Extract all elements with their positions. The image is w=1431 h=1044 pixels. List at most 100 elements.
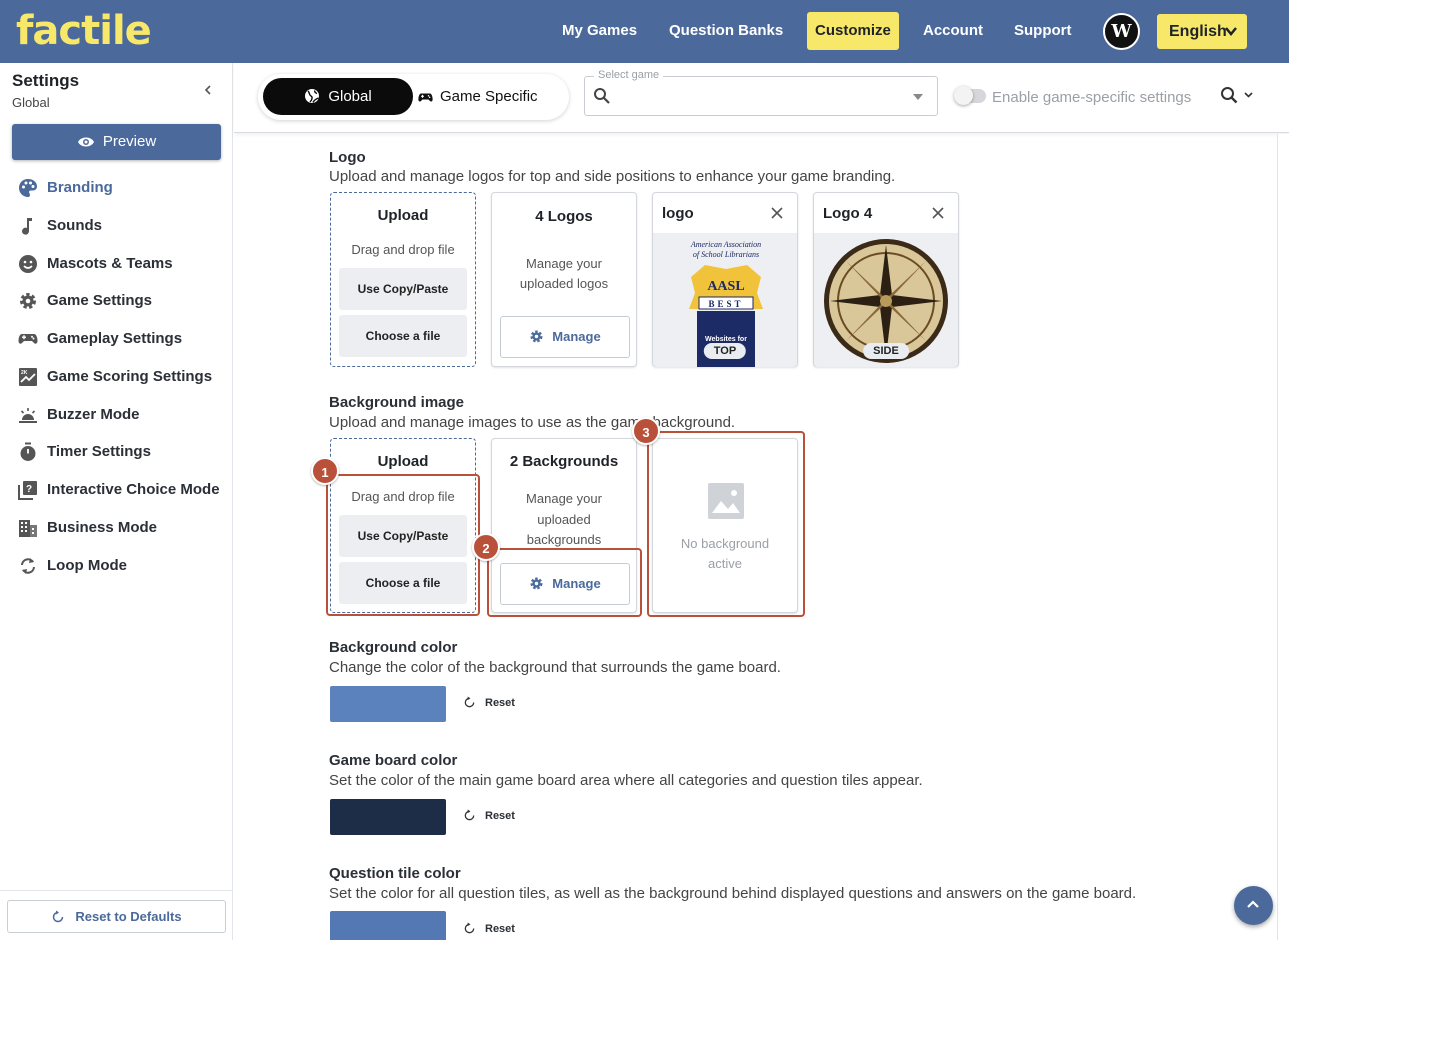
preview-label: Preview: [102, 133, 157, 150]
svg-text:American Association: American Association: [690, 240, 761, 249]
content-scrollbar[interactable]: [1277, 134, 1289, 940]
sidebar-item-mascots-teams[interactable]: Mascots & Teams: [18, 252, 223, 276]
gamepad-icon: [418, 93, 433, 102]
game-specific-toggle-label: Enable game-specific settings: [992, 89, 1192, 106]
game-board-color-reset-button[interactable]: Reset: [463, 809, 515, 822]
nav-customize[interactable]: Customize: [807, 12, 899, 50]
loop-icon: [21, 558, 35, 574]
scoring-chart-icon: 2K: [19, 368, 37, 386]
chevron-down-icon: [1225, 27, 1237, 36]
app-window: factile My Games Question Banks Customiz…: [0, 0, 1289, 940]
background-color-swatch[interactable]: [330, 686, 446, 722]
nav-support[interactable]: Support: [1014, 12, 1072, 50]
settings-scope-bar: Global Game Specific Select game Enable …: [234, 63, 1289, 133]
sidebar-item-timer-settings[interactable]: Timer Settings: [18, 440, 223, 464]
game-specific-toggle[interactable]: [954, 86, 986, 105]
logo-section-description: Upload and manage logos for top and side…: [329, 168, 896, 185]
nav-my-games[interactable]: My Games: [562, 12, 637, 50]
question-tile-color-reset-button[interactable]: Reset: [463, 922, 515, 935]
sidebar-item-loop-mode[interactable]: Loop Mode: [18, 554, 223, 578]
manage-text-line1: Manage your: [526, 491, 602, 506]
music-note-icon: [22, 218, 32, 235]
logo-upload-card[interactable]: Upload Drag and drop file Use Copy/Paste…: [330, 192, 476, 367]
scope-global-label: Global: [328, 88, 372, 105]
sidebar-item-sounds[interactable]: Sounds: [18, 214, 223, 238]
logo-card-top: logo American Association of School Libr…: [652, 192, 798, 367]
manage-text-line1: Manage your: [526, 256, 602, 271]
svg-text:AASL: AASL: [707, 279, 744, 294]
sidebar-item-game-settings[interactable]: Game Settings: [18, 289, 223, 313]
logos-count-title: 4 Logos: [535, 208, 593, 225]
background-section-title: Background image: [329, 394, 465, 411]
reset-label: Reset: [485, 697, 515, 709]
toggle-knob: [954, 86, 973, 105]
sidebar-item-label: Game Scoring Settings: [47, 368, 213, 385]
background-color-title: Background color: [329, 639, 458, 656]
close-icon[interactable]: [932, 207, 944, 219]
scope-global-button[interactable]: Global: [263, 78, 413, 115]
reset-icon: [464, 809, 475, 821]
logo-card-header: Logo 4: [814, 193, 958, 233]
reset-to-defaults-label: Reset to Defaults: [75, 909, 182, 924]
reset-to-defaults-button[interactable]: Reset to Defaults: [7, 900, 226, 933]
sidebar-item-label: Buzzer Mode: [47, 406, 140, 423]
annotation-marker-2: 2: [472, 533, 500, 561]
background-section-description: Upload and manage images to use as the g…: [329, 414, 736, 431]
annotation-marker-3: 3: [632, 417, 660, 445]
svg-text:?: ?: [26, 484, 32, 495]
search-icon: [594, 88, 610, 104]
collapse-sidebar-icon[interactable]: [202, 83, 214, 97]
nav-account[interactable]: Account: [923, 12, 983, 50]
logo-card-header: logo: [653, 193, 797, 233]
background-color-reset-button[interactable]: Reset: [463, 696, 515, 709]
sidebar-item-label: Mascots & Teams: [47, 255, 173, 272]
nav-question-banks[interactable]: Question Banks: [669, 12, 783, 50]
branding-content: Logo Upload and manage logos for top and…: [234, 134, 1277, 940]
annotation-box-2: [487, 548, 642, 617]
avatar[interactable]: W: [1103, 13, 1140, 50]
scope-game-specific-button[interactable]: Game Specific: [418, 78, 568, 115]
choice-icon: ?: [18, 481, 37, 500]
sidebar-item-game-scoring-settings[interactable]: 2K Game Scoring Settings: [18, 365, 223, 389]
preview-button[interactable]: Preview: [12, 124, 221, 160]
sidebar-item-gameplay-settings[interactable]: Gameplay Settings: [18, 327, 223, 351]
manage-button-label: Manage: [552, 329, 601, 344]
settings-sidebar: Settings Global Preview Branding Sounds …: [0, 63, 233, 940]
question-tile-color-swatch[interactable]: [330, 911, 446, 940]
sidebar-item-label: Game Settings: [47, 292, 153, 309]
search-menu-icon[interactable]: [1220, 86, 1256, 106]
gamepad-icon: [18, 334, 38, 344]
select-game-legend: Select game: [594, 69, 664, 81]
factile-logo[interactable]: factile: [16, 8, 152, 54]
game-board-color-swatch[interactable]: [330, 799, 446, 835]
choose-file-button[interactable]: Choose a file: [339, 315, 467, 357]
close-icon[interactable]: [771, 207, 783, 219]
question-tile-color-description: Set the color for all question tiles, as…: [329, 885, 1137, 902]
sidebar-item-label: Loop Mode: [47, 557, 127, 574]
manage-logos-button[interactable]: Manage: [500, 316, 630, 358]
game-board-color-description: Set the color of the main game board are…: [329, 772, 923, 789]
logo-manage-card: 4 Logos Manage your uploaded logos Manag…: [491, 192, 637, 367]
sidebar-item-branding[interactable]: Branding: [18, 176, 223, 200]
scope-segmented-control: Global Game Specific: [258, 74, 569, 120]
gear-icon: [20, 293, 36, 309]
sidebar-item-buzzer-mode[interactable]: Buzzer Mode: [18, 403, 223, 427]
eye-icon: [77, 137, 94, 147]
sidebar-item-label: Sounds: [47, 217, 102, 234]
gear-icon: [530, 330, 543, 343]
manage-text-line2: uploaded: [537, 512, 591, 527]
language-select[interactable]: English: [1157, 14, 1247, 49]
sidebar-item-interactive-choice-mode[interactable]: ? Interactive Choice Mode: [18, 478, 223, 502]
reset-label: Reset: [485, 810, 515, 822]
chevron-up-icon: [1247, 900, 1259, 908]
use-copy-paste-button[interactable]: Use Copy/Paste: [339, 268, 467, 310]
drag-drop-text: Drag and drop file: [351, 242, 455, 257]
sidebar-divider: [0, 890, 233, 891]
reset-icon: [464, 922, 475, 934]
scroll-to-top-button[interactable]: [1234, 886, 1273, 925]
sidebar-item-label: Gameplay Settings: [47, 330, 183, 347]
select-game-dropdown[interactable]: Select game: [584, 69, 938, 116]
svg-text:of School Librarians: of School Librarians: [693, 250, 759, 259]
top-navbar: factile My Games Question Banks Customiz…: [0, 0, 1289, 63]
sidebar-item-business-mode[interactable]: Business Mode: [18, 516, 223, 540]
